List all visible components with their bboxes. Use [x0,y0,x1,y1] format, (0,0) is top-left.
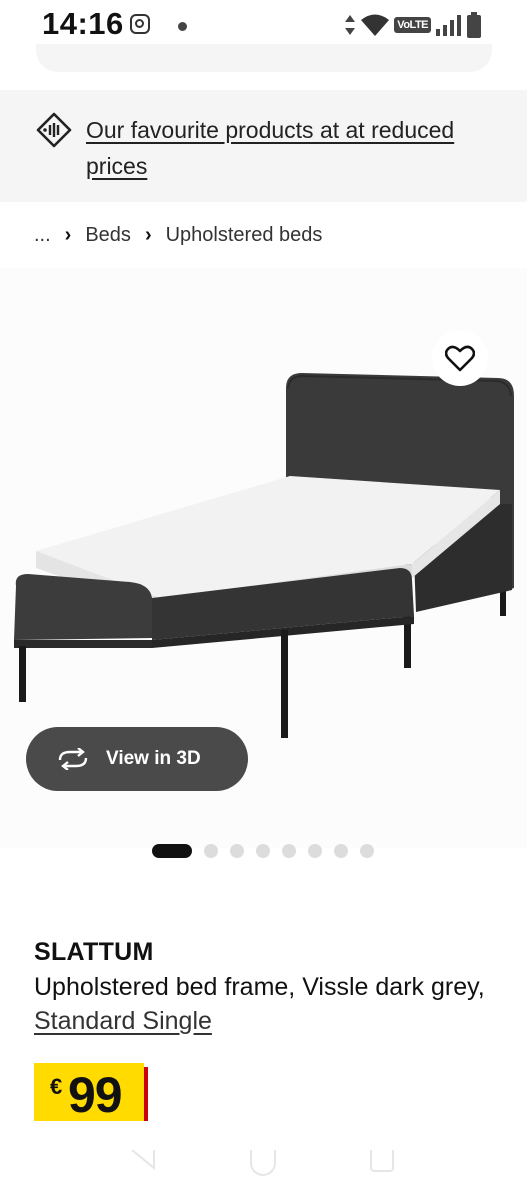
product-description-text: Upholstered bed frame, Vissle dark grey, [34,973,485,1001]
price-currency: € [50,1074,63,1099]
battery-icon [467,12,481,38]
data-arrows-icon [345,15,356,35]
product-description: Upholstered bed frame, Vissle dark grey,… [34,970,494,1038]
carousel-dot[interactable] [204,844,218,858]
size-link[interactable]: Standard Single [34,1007,212,1035]
carousel-dot[interactable] [360,844,374,858]
view-in-3d-label: View in 3D [106,748,201,769]
rotate-3d-icon [58,748,88,770]
status-time: 14:16 [42,6,124,41]
back-nav-icon[interactable] [130,1150,156,1174]
price-amount: 99 [68,1067,123,1123]
carousel-dot[interactable] [282,844,296,858]
price-accent-bar [144,1067,148,1121]
heart-icon [445,345,475,372]
carousel-dot[interactable] [308,844,322,858]
wifi-icon [361,14,390,36]
notification-dot-icon [178,22,187,31]
view-in-3d-button[interactable]: View in 3D [26,727,248,791]
chevron-right-icon: › [64,224,72,246]
carousel-dot[interactable] [230,844,244,858]
carousel-dot[interactable] [256,844,270,858]
product-name: SLATTUM [34,938,154,966]
search-bar-remnant[interactable] [36,44,492,72]
favourite-button[interactable] [432,330,488,386]
chevron-right-icon: › [144,224,152,246]
image-carousel-indicator [152,844,374,858]
instagram-icon [130,14,150,34]
volte-badge: VoLTE [394,17,431,33]
breadcrumb-upholstered-beds[interactable]: Upholstered beds [166,224,323,247]
status-icons: VoLTE [344,12,481,38]
carousel-dot[interactable] [334,844,348,858]
home-nav-icon[interactable] [250,1150,276,1176]
breadcrumb-ellipsis[interactable]: ... [34,224,51,247]
signal-icon [436,15,461,36]
breadcrumb-beds[interactable]: Beds [85,224,131,247]
carousel-dot-active[interactable] [152,844,192,858]
price-tag-icon [36,112,72,148]
promo-link[interactable]: Our favourite products at at reduced pri… [86,112,496,184]
breadcrumb: ... › Beds › Upholstered beds [34,224,322,247]
recents-nav-icon[interactable] [370,1150,394,1172]
